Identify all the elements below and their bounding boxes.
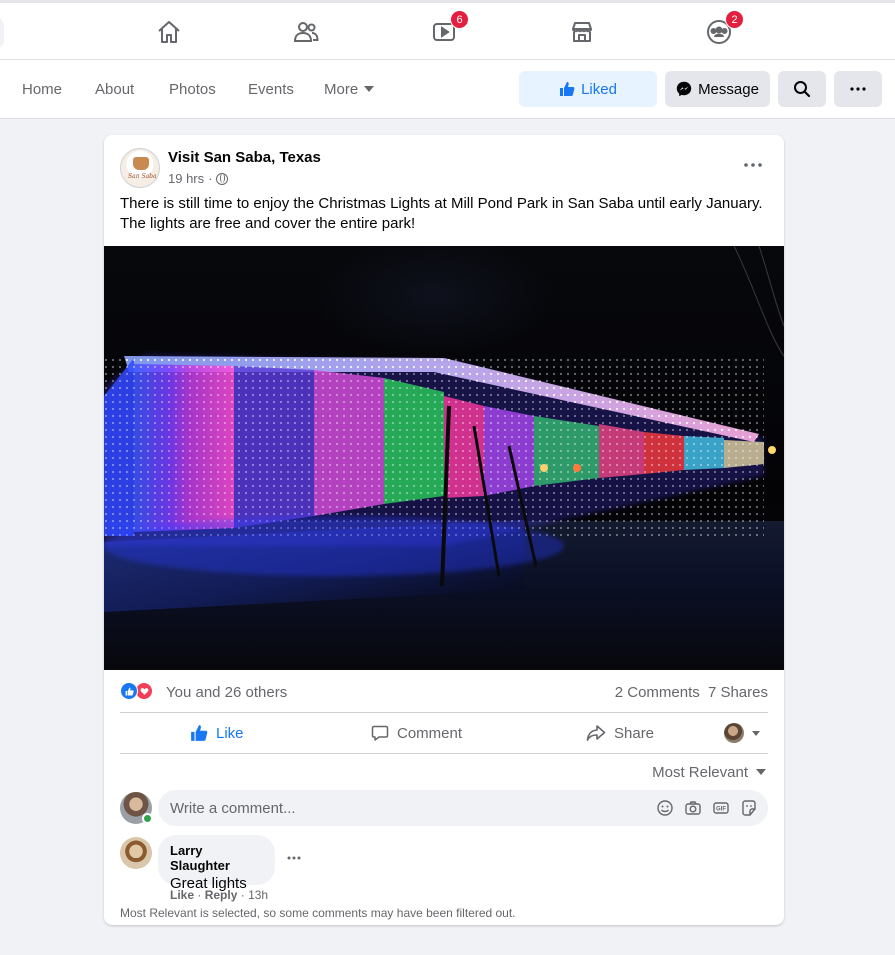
tab-about[interactable]: About [95, 81, 134, 98]
meta-separator: · [208, 171, 213, 186]
watch-nav-button[interactable]: 6 [429, 10, 469, 47]
share-button-label: Share [614, 724, 655, 742]
tab-more[interactable]: More [324, 81, 375, 98]
sticker-icon[interactable] [740, 799, 758, 817]
emoji-icon[interactable] [656, 799, 674, 817]
online-status-dot [142, 813, 153, 824]
search-button[interactable] [778, 71, 826, 107]
comment-icon [371, 725, 389, 741]
comment-like-link[interactable]: Like [170, 888, 194, 902]
chevron-down-icon[interactable] [752, 731, 760, 736]
home-icon [158, 21, 180, 43]
share-icon [586, 725, 606, 741]
marketplace-nav-button[interactable] [567, 17, 597, 47]
home-nav-button[interactable] [154, 17, 184, 47]
svg-text:GIF: GIF [716, 807, 726, 813]
messenger-icon [676, 81, 692, 97]
comments-count[interactable]: 2 Comments [615, 684, 700, 701]
page-name-link[interactable]: Visit San Saba, Texas [168, 149, 321, 166]
divider [120, 712, 768, 713]
share-button[interactable]: Share [586, 715, 654, 751]
like-reaction-icon [120, 682, 138, 700]
post-timestamp[interactable]: 19 hrs [168, 171, 204, 186]
tab-events[interactable]: Events [248, 81, 294, 98]
post-meta: 19 hrs · [168, 171, 229, 186]
reaction-summary[interactable]: You and 26 others [166, 684, 287, 701]
comment-input[interactable] [170, 798, 630, 818]
shares-count[interactable]: 7 Shares [708, 684, 768, 701]
watch-notification-badge: 6 [450, 10, 469, 29]
comment-sort-label: Most Relevant [652, 764, 748, 781]
liked-label: Liked [581, 80, 617, 98]
message-button[interactable]: Message [665, 71, 770, 107]
tab-photos[interactable]: Photos [169, 81, 216, 98]
filter-note: Most Relevant is selected, so some comme… [120, 906, 516, 920]
globe-icon [216, 172, 229, 185]
like-button-label: Like [216, 724, 244, 742]
marketplace-icon [572, 22, 592, 42]
page-tab-bar: Home About Photos Events More Liked Mess… [0, 60, 895, 119]
comment-button-label: Comment [397, 724, 463, 742]
gif-icon[interactable]: GIF [712, 799, 730, 817]
post-action-bar: Like Comment Share [120, 715, 768, 751]
post-photo[interactable] [104, 246, 784, 670]
post-as-avatar[interactable] [724, 723, 744, 743]
message-label: Message [698, 80, 759, 98]
more-options-button[interactable] [834, 71, 882, 107]
tab-more-label: More [324, 81, 359, 98]
post-options-button[interactable] [744, 157, 762, 167]
dot-separator: · [197, 888, 202, 902]
commenter-avatar[interactable] [120, 837, 152, 869]
comment-sort-dropdown[interactable]: Most Relevant [652, 764, 766, 781]
post-card: San Saba Visit San Saba, Texas 19 hrs · … [104, 135, 784, 925]
christmas-lights-tunnel [104, 246, 784, 587]
comment-options-button[interactable] [287, 852, 301, 860]
groups-nav-button[interactable]: 2 [704, 10, 744, 47]
thumbs-up-icon [560, 82, 575, 96]
top-navigation-bar: 6 2 [0, 0, 895, 60]
comment-time[interactable]: 13h [248, 888, 268, 902]
comment-button[interactable]: Comment [371, 715, 462, 751]
page-avatar[interactable]: San Saba [120, 148, 160, 188]
groups-notification-badge: 2 [725, 10, 744, 29]
divider [120, 753, 768, 754]
more-dots-icon [287, 856, 301, 860]
comment-composer[interactable]: GIF [158, 790, 768, 826]
reaction-icons[interactable] [120, 682, 153, 700]
friends-nav-button[interactable] [291, 17, 321, 47]
page-logo-mark [133, 157, 149, 170]
thumbs-up-icon [191, 725, 208, 741]
chevron-down-icon [756, 769, 766, 775]
page-logo-text: San Saba [128, 173, 157, 180]
dot-separator: · [240, 888, 245, 902]
engagement-counts: 2 Comments 7 Shares [611, 684, 768, 701]
reactions-row: You and 26 others 2 Comments 7 Shares [120, 682, 768, 702]
friends-icon [293, 22, 319, 42]
camera-icon[interactable] [684, 799, 702, 817]
post-text: There is still time to enjoy the Christm… [120, 195, 763, 232]
liked-button[interactable]: Liked [519, 71, 657, 107]
more-dots-icon [850, 87, 866, 91]
more-dots-icon [744, 163, 762, 167]
comment-bubble: Larry Slaughter Great lights [158, 835, 275, 892]
comment-author[interactable]: Larry Slaughter [170, 843, 263, 873]
like-button[interactable]: Like [190, 715, 244, 751]
search-bar-edge[interactable] [0, 17, 4, 49]
chevron-down-icon [364, 86, 375, 92]
search-icon [794, 81, 811, 98]
tab-home[interactable]: Home [22, 81, 62, 98]
comment-actions: Like · Reply · 13h [170, 888, 268, 902]
comment-reply-link[interactable]: Reply [205, 888, 238, 902]
